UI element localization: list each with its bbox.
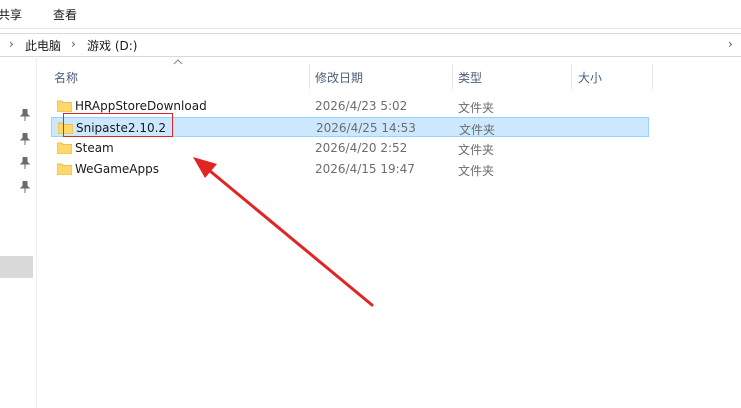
annotation-arrow bbox=[193, 157, 374, 307]
